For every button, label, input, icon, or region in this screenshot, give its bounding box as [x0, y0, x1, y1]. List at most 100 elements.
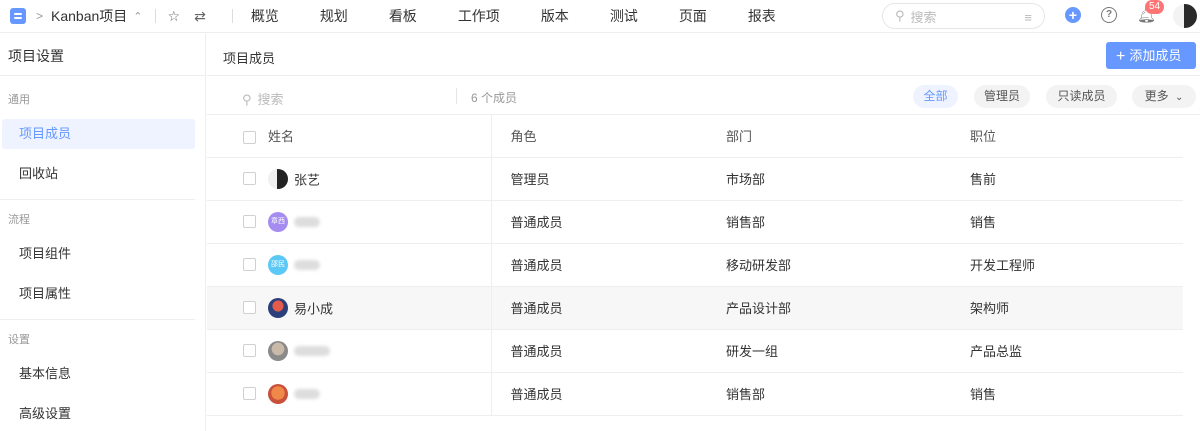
- filter-icon[interactable]: ≡: [1024, 10, 1032, 25]
- table-row[interactable]: 章西 普通成员 销售部 销售: [207, 200, 1183, 244]
- chevron-down-icon: ⌄: [1174, 92, 1184, 103]
- star-icon[interactable]: ☆: [168, 8, 181, 25]
- sidebar-item-basic-info[interactable]: 基本信息: [2, 359, 195, 389]
- member-search-input[interactable]: ⚲ 搜索: [242, 89, 284, 108]
- member-dept: 研发一组: [720, 329, 964, 373]
- members-table: 姓名 角色 部门 职位 张艺 管理员 市场部 售前 章西 普通成员 销售部 销售…: [207, 115, 1183, 416]
- member-title: 销售: [964, 200, 1183, 244]
- divider: [231, 9, 233, 23]
- swap-icon[interactable]: ⇄: [194, 8, 206, 25]
- member-name-cell: [207, 329, 492, 373]
- table-row[interactable]: 普通成员 研发一组 产品总监: [207, 329, 1183, 373]
- table-row[interactable]: 张艺 管理员 市场部 售前: [207, 157, 1183, 201]
- members-panel: 项目成员 + 添加成员 ⚲ 搜索 6 个成员 全部 管理员 只读成员 更多 ⌄ 姓名…: [207, 34, 1200, 431]
- sidebar-item-properties[interactable]: 项目属性: [2, 279, 195, 309]
- project-name[interactable]: Kanban项目: [51, 6, 127, 26]
- member-role: 管理员: [491, 157, 720, 201]
- member-name-cell: 易小成: [207, 286, 492, 330]
- sidebar-title: 项目设置: [0, 34, 205, 76]
- main-nav: 概览 规划 看板 工作项 版本 测试 页面 报表: [251, 6, 817, 26]
- section-settings: 设置: [8, 334, 30, 346]
- nav-versions[interactable]: 版本: [541, 6, 569, 26]
- member-name-cell: 张艺: [207, 157, 492, 201]
- col-header-name-label: 姓名: [268, 129, 295, 145]
- panel-header: 项目成员 + 添加成员: [207, 34, 1200, 76]
- blurred-name: [294, 216, 320, 227]
- avatar: [268, 340, 288, 361]
- member-name: 易小成: [294, 301, 334, 316]
- avatar: 章西: [268, 211, 288, 232]
- row-checkbox[interactable]: [243, 344, 256, 357]
- filter-admin[interactable]: 管理员: [974, 85, 1030, 108]
- sidebar-item-recycle-bin[interactable]: 回收站: [2, 159, 195, 189]
- col-header-dept[interactable]: 部门: [720, 115, 964, 158]
- member-name-cell: 邵民: [207, 243, 492, 287]
- section-general: 通用: [8, 94, 30, 106]
- row-checkbox[interactable]: [243, 172, 256, 185]
- member-name-cell: 章西: [207, 200, 492, 244]
- table-row[interactable]: 普通成员 销售部 销售: [207, 372, 1183, 416]
- row-checkbox[interactable]: [243, 215, 256, 228]
- search-icon: ⚲: [895, 8, 905, 23]
- member-search-placeholder: 搜索: [257, 92, 284, 107]
- filter-readonly[interactable]: 只读成员: [1046, 85, 1117, 108]
- sidebar-item-components[interactable]: 项目组件: [2, 239, 195, 269]
- nav-overview[interactable]: 概览: [251, 6, 279, 26]
- member-role: 普通成员: [491, 372, 720, 416]
- switch-project-icon[interactable]: ⌃: [133, 10, 142, 23]
- member-role: 普通成员: [491, 286, 720, 330]
- member-role: 普通成员: [491, 200, 720, 244]
- row-checkbox[interactable]: [243, 301, 256, 314]
- member-title: 架构师: [964, 286, 1183, 330]
- table-row[interactable]: 邵民 普通成员 移动研发部 开发工程师: [207, 243, 1183, 287]
- nav-kanban[interactable]: 看板: [389, 6, 417, 26]
- row-checkbox[interactable]: [243, 258, 256, 271]
- filter-more-label: 更多: [1144, 89, 1169, 103]
- select-all-checkbox[interactable]: [243, 131, 256, 145]
- add-circle-icon[interactable]: +: [1065, 7, 1081, 23]
- add-member-button[interactable]: + 添加成员: [1106, 42, 1196, 69]
- notification-badge: 54: [1145, 0, 1165, 14]
- member-title: 销售: [964, 372, 1183, 416]
- blurred-name: [294, 345, 330, 356]
- member-dept: 市场部: [720, 157, 964, 201]
- blurred-name: [294, 388, 320, 399]
- nav-testing[interactable]: 测试: [610, 6, 638, 26]
- help-icon[interactable]: ?: [1101, 7, 1117, 23]
- col-header-title[interactable]: 职位: [964, 115, 1183, 158]
- search-icon: ⚲: [242, 92, 252, 107]
- top-bar: > Kanban项目 ⌃ ☆ ⇄ 概览 规划 看板 工作项 版本 测试 页面 报…: [0, 0, 1200, 33]
- avatar: [268, 383, 288, 404]
- avatar: [268, 297, 288, 318]
- row-checkbox[interactable]: [243, 387, 256, 400]
- global-search-input[interactable]: ⚲ 搜索 ≡: [882, 3, 1045, 29]
- member-dept: 移动研发部: [720, 243, 964, 287]
- table-row[interactable]: 易小成 普通成员 产品设计部 架构师: [207, 286, 1183, 330]
- member-title: 售前: [964, 157, 1183, 201]
- sidebar-item-members[interactable]: 项目成员: [2, 119, 195, 149]
- filter-more-dropdown[interactable]: 更多 ⌄: [1132, 85, 1196, 108]
- col-header-name[interactable]: 姓名: [207, 115, 492, 158]
- filter-all[interactable]: 全部: [913, 85, 958, 108]
- user-avatar[interactable]: [1173, 4, 1197, 28]
- member-role: 普通成员: [491, 243, 720, 287]
- nav-planning[interactable]: 规划: [320, 6, 348, 26]
- member-dept: 销售部: [720, 200, 964, 244]
- divider: [0, 199, 195, 200]
- member-name: 张艺: [294, 172, 321, 187]
- divider: [456, 88, 457, 104]
- divider: [154, 9, 156, 23]
- sidebar-item-advanced[interactable]: 高级设置: [2, 399, 195, 429]
- members-toolbar: ⚲ 搜索 6 个成员 全部 管理员 只读成员 更多 ⌄: [207, 76, 1200, 115]
- member-count: 6 个成员: [471, 91, 518, 105]
- divider: [0, 319, 195, 320]
- nav-reports[interactable]: 报表: [748, 6, 776, 26]
- nav-work-items[interactable]: 工作项: [458, 6, 500, 26]
- avatar: [268, 168, 288, 189]
- col-header-role[interactable]: 角色: [491, 115, 720, 158]
- section-workflow: 流程: [8, 214, 30, 226]
- chevron-right-icon: >: [36, 9, 44, 23]
- nav-pages[interactable]: 页面: [679, 6, 707, 26]
- avatar: 邵民: [268, 254, 288, 275]
- project-app-icon[interactable]: [10, 8, 26, 24]
